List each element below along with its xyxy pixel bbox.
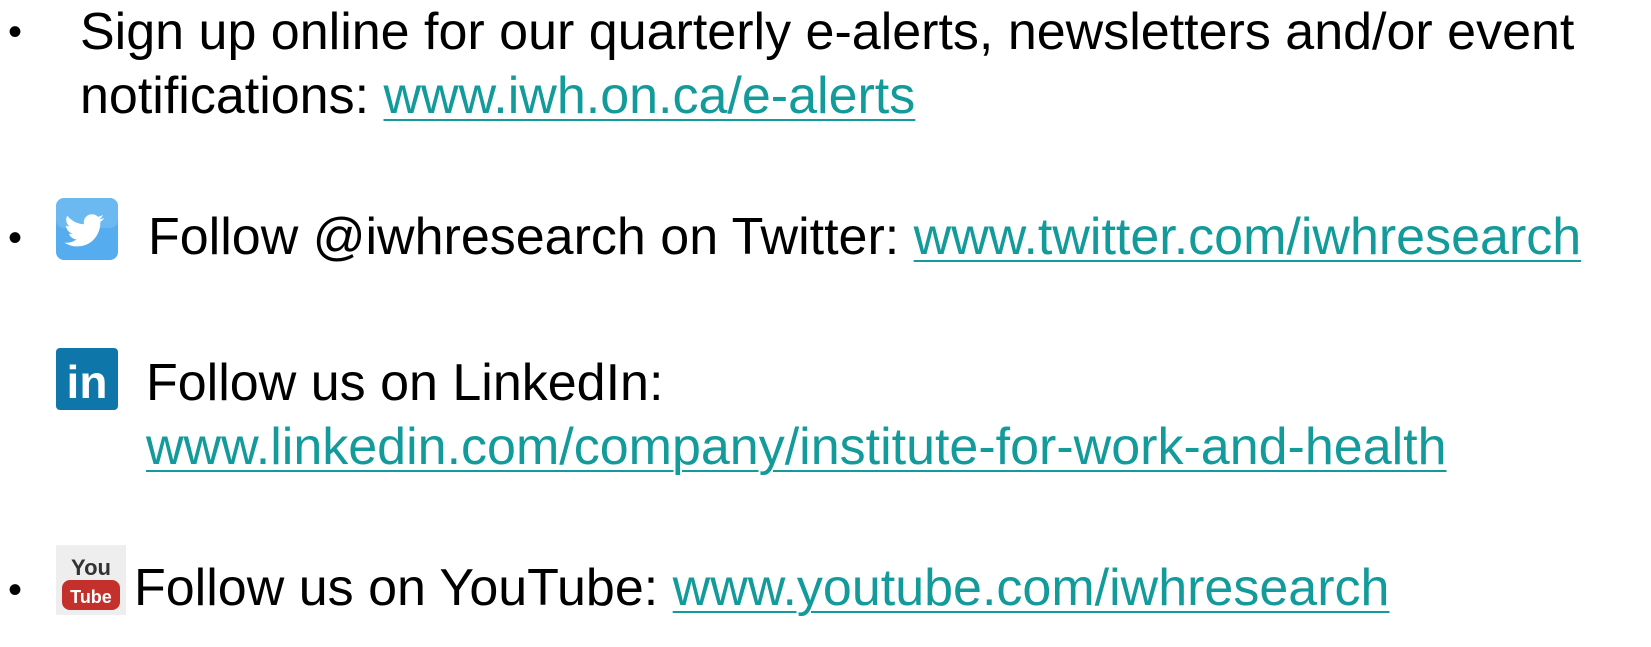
twitter-item: Follow @iwhresearch on Twitter: www.twit… [148, 205, 1581, 269]
linkedin-item: Follow us on LinkedIn: www.linkedin.com/… [146, 351, 1447, 479]
linkedin-icon-text: in [67, 356, 108, 408]
bullet: • [8, 10, 23, 54]
e-alerts-text: Sign up online for our quarterly e-alert… [80, 3, 1575, 61]
twitter-text: Follow @iwhresearch on Twitter: [148, 208, 914, 266]
youtube-icon[interactable]: You Tube [56, 545, 126, 615]
youtube-icon-text-top: You [71, 555, 111, 580]
e-alerts-line2: notifications: www.iwh.on.ca/e-alerts [80, 64, 1574, 128]
twitter-icon[interactable] [56, 198, 118, 260]
linkedin-text: Follow us on LinkedIn: [146, 354, 664, 412]
bullet: • [8, 216, 23, 260]
youtube-item: Follow us on YouTube: www.youtube.com/iw… [134, 556, 1389, 620]
bullet: • [8, 568, 23, 612]
youtube-link[interactable]: www.youtube.com/iwhresearch [673, 559, 1390, 617]
linkedin-icon[interactable]: in [56, 348, 118, 410]
youtube-icon-text-bottom: Tube [70, 587, 112, 607]
linkedin-link[interactable]: www.linkedin.com/company/institute-for-w… [146, 418, 1447, 476]
e-alerts-link[interactable]: www.iwh.on.ca/e-alerts [384, 67, 916, 125]
e-alerts-prefix: notifications: [80, 67, 384, 125]
youtube-text: Follow us on YouTube: [134, 559, 673, 617]
e-alerts-item: Sign up online for our quarterly e-alert… [80, 0, 1574, 128]
twitter-link[interactable]: www.twitter.com/iwhresearch [914, 208, 1582, 266]
